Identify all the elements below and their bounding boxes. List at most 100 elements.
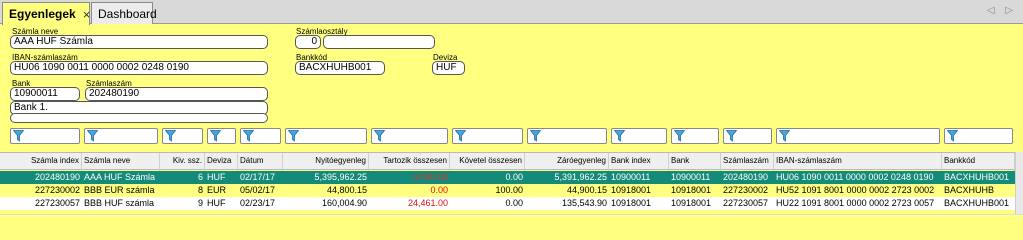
cell-zaroegyenleg: 44,900.15 bbox=[566, 185, 607, 195]
cell-bank-index: 10918001 bbox=[611, 185, 652, 195]
cell-szamlaszam: 227230057 bbox=[723, 198, 769, 208]
iban-field[interactable]: HU06 1090 0011 0000 0002 0248 0190 bbox=[10, 61, 268, 75]
filter-icon[interactable] bbox=[725, 130, 738, 142]
vertical-scrollbar[interactable] bbox=[1015, 152, 1023, 214]
table-row[interactable]: 227230057 BBB HUF számla 9 HUF 02/23/17 160,0… bbox=[0, 197, 1023, 210]
column-header-kovetel[interactable]: Követel összesen bbox=[450, 153, 525, 171]
table-row[interactable]: 227230002 BBB EUR számla 8 EUR 05/02/17 44,80… bbox=[0, 184, 1023, 197]
deviza-field[interactable]: HUF bbox=[432, 61, 465, 75]
filter-icon[interactable] bbox=[209, 130, 222, 142]
filter-icon[interactable] bbox=[86, 130, 99, 142]
filter-bankkod[interactable] bbox=[944, 128, 1013, 144]
cell-iban: HU22 1091 8001 0000 0002 2723 0057 bbox=[776, 198, 935, 208]
cell-datum: 05/02/17 bbox=[240, 185, 276, 195]
szamlaosztaly-field[interactable]: 0 bbox=[295, 35, 321, 49]
close-icon[interactable]: × bbox=[83, 7, 91, 22]
cell-szamlaszam: 227230002 bbox=[723, 185, 769, 195]
filter-bank-index[interactable] bbox=[611, 128, 667, 144]
filter-deviza[interactable] bbox=[207, 128, 236, 144]
filter-icon[interactable] bbox=[287, 130, 300, 142]
cell-bank-index: 10900011 bbox=[611, 172, 651, 182]
cell-tartozik: 4,000.00 bbox=[412, 172, 448, 182]
bank-field[interactable]: 10900011 bbox=[10, 87, 80, 101]
cell-bankkod: BACXHUHB bbox=[944, 185, 995, 195]
cell-nyitoegyenleg: 160,004.90 bbox=[321, 198, 367, 208]
filter-bank[interactable] bbox=[671, 128, 719, 144]
column-header-nyitoegyenleg[interactable]: Nyitóegyenleg bbox=[283, 153, 369, 171]
cell-szamla-neve: AAA HUF Számla bbox=[84, 172, 156, 182]
cell-iban: HU52 1091 8001 0000 0002 2723 0002 bbox=[776, 185, 935, 195]
extra-field[interactable] bbox=[10, 113, 268, 123]
column-header-bankkod[interactable]: Bankkód bbox=[942, 153, 1015, 171]
cell-nyitoegyenleg: 44,800.15 bbox=[326, 185, 367, 195]
cell-szamla-neve: BBB EUR számla bbox=[84, 185, 155, 195]
cell-kovetel: 0.00 bbox=[505, 172, 523, 182]
column-header-zaroegyenleg[interactable]: Záróegyenleg bbox=[525, 153, 609, 171]
cell-szamla-index: 227230057 bbox=[34, 198, 80, 208]
cell-kovetel: 100.00 bbox=[495, 185, 523, 195]
table-row[interactable]: 202480190 AAA HUF Számla 6 HUF 02/17/17 5,395… bbox=[0, 171, 1023, 184]
cell-iban: HU06 1090 0011 0000 0002 0248 0190 bbox=[776, 172, 934, 182]
tab-label: Egyenlegek bbox=[9, 7, 76, 21]
filter-icon[interactable] bbox=[529, 130, 542, 142]
filter-icon[interactable] bbox=[613, 130, 626, 142]
filter-kiv-ssz[interactable] bbox=[162, 128, 203, 144]
filter-nyitoegyenleg[interactable] bbox=[285, 128, 367, 144]
filter-icon[interactable] bbox=[373, 130, 386, 142]
cell-zaroegyenleg: 5,391,962.25 bbox=[554, 172, 607, 182]
tab-egyenlegek[interactable]: Egyenlegek × bbox=[2, 2, 90, 25]
column-header-deviza[interactable]: Deviza bbox=[205, 153, 238, 171]
horizontal-scrollbar[interactable] bbox=[0, 214, 1023, 227]
column-header-szamla-index[interactable]: Számla index bbox=[8, 153, 82, 171]
column-header-tartozik[interactable]: Tartozik összesen bbox=[369, 153, 450, 171]
tab-nav-arrows[interactable]: ◁ ▷ bbox=[987, 5, 1017, 16]
cell-deviza: HUF bbox=[207, 172, 226, 182]
filter-icon[interactable] bbox=[164, 130, 177, 142]
szamlaosztaly-name-field[interactable] bbox=[323, 35, 435, 49]
cell-kiv-ssz: 8 bbox=[197, 185, 203, 195]
filter-szamla-neve[interactable] bbox=[84, 128, 158, 144]
filter-icon[interactable] bbox=[454, 130, 467, 142]
column-header-bank-index[interactable]: Bank index bbox=[609, 153, 669, 171]
cell-bank: 10918001 bbox=[671, 185, 712, 195]
cell-tartozik: 0.00 bbox=[430, 185, 448, 195]
column-header-szamlaszam[interactable]: Számlaszám bbox=[721, 153, 774, 171]
cell-bankkod: BACXHUHB001 bbox=[944, 198, 1010, 208]
cell-szamla-index: 227230002 bbox=[34, 185, 80, 195]
tab-bar: Egyenlegek × Dashboard ◁ ▷ bbox=[0, 0, 1023, 25]
bankkod-field[interactable]: BACXHUHB001 bbox=[295, 61, 385, 75]
tab-dashboard[interactable]: Dashboard bbox=[91, 2, 157, 24]
cell-deviza: HUF bbox=[207, 198, 226, 208]
filter-icon[interactable] bbox=[778, 130, 791, 142]
filter-icon[interactable] bbox=[946, 130, 959, 142]
filter-iban[interactable] bbox=[776, 128, 940, 144]
filter-szamla-index[interactable] bbox=[10, 128, 80, 144]
filter-icon[interactable] bbox=[242, 130, 255, 142]
cell-kovetel: 0.00 bbox=[505, 198, 523, 208]
cell-nyitoegyenleg: 5,395,962.25 bbox=[314, 172, 367, 182]
filter-tartozik[interactable] bbox=[371, 128, 448, 144]
filter-icon[interactable] bbox=[673, 130, 686, 142]
column-header-kiv-ssz[interactable]: Kiv. ssz. bbox=[160, 153, 205, 171]
szamlaszam-field[interactable]: 202480190 bbox=[85, 87, 268, 101]
filter-datum[interactable] bbox=[240, 128, 281, 144]
cell-kiv-ssz: 9 bbox=[197, 198, 203, 208]
column-header-bank[interactable]: Bank bbox=[669, 153, 721, 171]
column-header-datum[interactable]: Dátum bbox=[238, 153, 283, 171]
cell-zaroegyenleg: 135,543.90 bbox=[561, 198, 607, 208]
column-header-iban[interactable]: IBAN-számlaszám bbox=[774, 153, 942, 171]
column-header-szamla-neve[interactable]: Számla neve bbox=[82, 153, 160, 171]
grid-header: Számla index Számla neve Kiv. ssz. Deviza Dá… bbox=[0, 152, 1023, 171]
cell-datum: 02/23/17 bbox=[240, 198, 276, 208]
cell-szamla-index: 202480190 bbox=[34, 172, 80, 182]
filter-kovetel[interactable] bbox=[452, 128, 523, 144]
filter-zaroegyenleg[interactable] bbox=[527, 128, 607, 144]
cell-bank: 10918001 bbox=[671, 198, 712, 208]
filter-icon[interactable] bbox=[12, 130, 25, 142]
szamla-neve-field[interactable]: AAA HUF Számla bbox=[10, 35, 268, 49]
filter-szamlaszam[interactable] bbox=[723, 128, 772, 144]
cell-szamla-neve: BBB HUF számla bbox=[84, 198, 155, 208]
cell-deviza: EUR bbox=[207, 185, 227, 195]
cell-kiv-ssz: 6 bbox=[197, 172, 203, 182]
cell-datum: 02/17/17 bbox=[240, 172, 276, 182]
